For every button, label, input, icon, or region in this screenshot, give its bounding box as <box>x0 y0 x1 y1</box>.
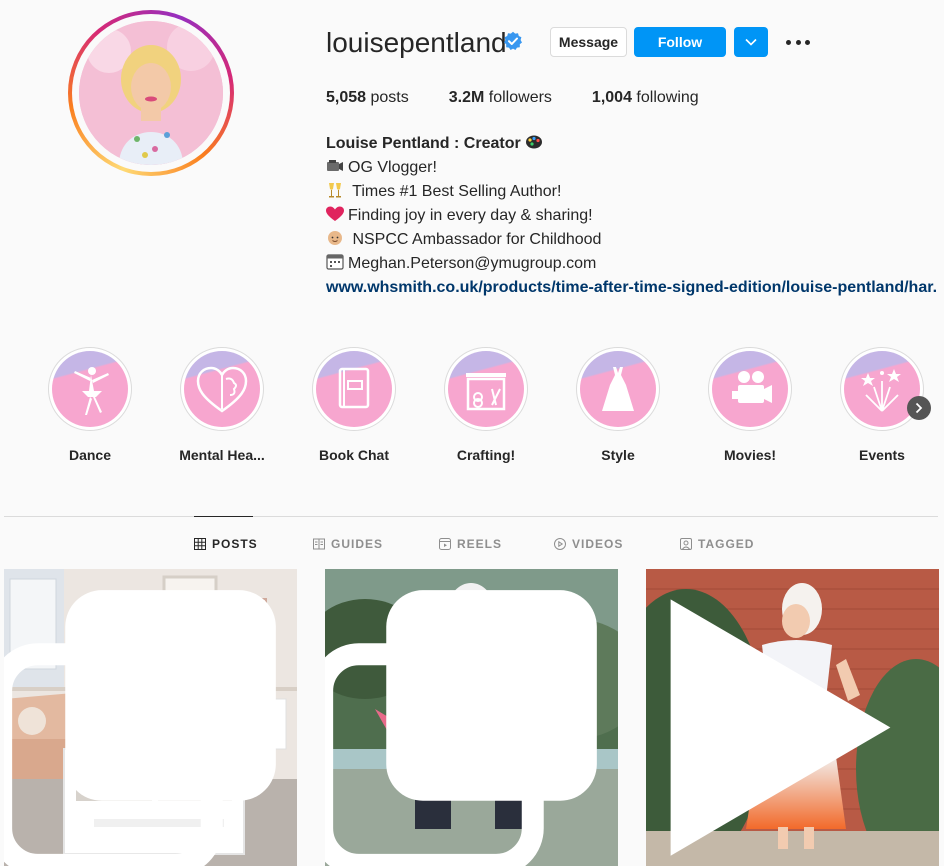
avatar[interactable] <box>79 21 223 165</box>
tabs-divider <box>4 516 938 517</box>
highlight-label: Style <box>601 447 635 463</box>
highlight-book-chat[interactable]: Book Chat <box>310 347 398 463</box>
heart-brain-icon <box>196 366 248 413</box>
dot-icon <box>805 39 810 45</box>
active-tab-indicator <box>194 516 253 517</box>
followers-label: followers <box>488 89 552 106</box>
following-label: following <box>636 89 699 106</box>
highlight-movies[interactable]: Movies! <box>706 347 794 463</box>
dot-icon <box>786 39 791 45</box>
following-stat[interactable]: 1,004 following <box>592 88 699 108</box>
highlight-dance[interactable]: Dance <box>46 347 134 463</box>
highlight-ring <box>312 347 396 431</box>
highlight-label: Dance <box>68 447 112 463</box>
highlight-ring <box>708 347 792 431</box>
tab-label: GUIDES <box>331 537 384 551</box>
heart-emoji-icon <box>326 206 344 221</box>
verified-badge-icon <box>504 31 522 50</box>
highlight-cover <box>448 351 524 427</box>
profile-stats: 5,058 posts 3.2M followers 1,004 followi… <box>326 88 739 108</box>
bio-line-3: Finding joy in every day & sharing! <box>348 207 593 224</box>
highlight-label: Book Chat <box>319 447 389 463</box>
posts-label: posts <box>370 89 409 106</box>
highlight-label: Movies! <box>723 447 777 463</box>
tab-label: POSTS <box>212 537 258 551</box>
baby-emoji-icon <box>328 231 342 245</box>
posts-count: 5,058 <box>326 89 367 106</box>
dress-icon <box>602 367 634 411</box>
profile-avatar-ring[interactable] <box>68 10 234 176</box>
palette-emoji-icon <box>526 135 543 149</box>
bio-line-2: Times #1 Best Selling Author! <box>348 183 562 200</box>
tab-label: TAGGED <box>698 537 755 551</box>
reel-clip-icon <box>670 599 891 856</box>
champagne-emoji-icon <box>329 183 341 198</box>
tab-reels[interactable]: REELS <box>439 537 502 551</box>
highlight-label: Crafting! <box>456 447 516 463</box>
profile-bio: Louise Pentland : Creator OG Vlogger! Ti… <box>326 132 936 300</box>
highlight-label: Events <box>859 447 905 463</box>
highlight-mental-health[interactable]: Mental Hea... <box>178 347 266 463</box>
bio-website-link[interactable]: www.whsmith.co.uk/products/time-after-ti… <box>326 276 936 300</box>
highlight-cover <box>184 351 260 427</box>
carousel-icon <box>4 590 276 866</box>
highlight-ring <box>840 347 924 431</box>
highlight-ring <box>48 347 132 431</box>
highlights-next-button[interactable] <box>907 396 931 420</box>
post-thumbnail-family-garden[interactable] <box>325 569 618 866</box>
tab-videos[interactable]: VIDEOS <box>554 537 623 551</box>
reels-icon <box>439 538 451 550</box>
followers-stat[interactable]: 3.2M followers <box>449 88 552 108</box>
tab-posts[interactable]: POSTS <box>194 537 258 551</box>
highlight-ring <box>444 347 528 431</box>
options-more-button[interactable] <box>786 32 810 52</box>
highlight-ring <box>180 347 264 431</box>
ballerina-icon <box>74 367 109 415</box>
highlight-cover <box>712 351 788 427</box>
bio-name: Louise Pentland : Creator <box>326 135 521 152</box>
tab-guides[interactable]: GUIDES <box>313 537 383 551</box>
highlight-cover <box>580 351 656 427</box>
carousel-icon <box>325 590 597 866</box>
follow-button[interactable]: Follow <box>634 27 726 57</box>
highlight-style[interactable]: Style <box>574 347 662 463</box>
avatar-photo <box>79 21 223 165</box>
bio-line-4: NSPCC Ambassador for Childhood <box>348 231 602 248</box>
movie-camera-icon <box>732 371 772 403</box>
suggested-accounts-dropdown-button[interactable] <box>734 27 768 57</box>
highlight-cover <box>316 351 392 427</box>
post-thumbnail-ombre-skirt[interactable] <box>646 569 939 866</box>
followers-count: 3.2M <box>448 89 485 106</box>
video-camera-emoji-icon <box>327 160 343 171</box>
highlight-crafting[interactable]: Crafting! <box>442 347 530 463</box>
grid-icon <box>194 538 206 550</box>
chevron-right-icon <box>915 402 923 414</box>
dot-icon <box>795 39 801 45</box>
bio-line-1: OG Vlogger! <box>348 159 437 176</box>
username: louisepentland <box>326 27 507 58</box>
book-icon <box>338 367 370 409</box>
fireworks-icon <box>861 369 901 412</box>
highlight-cover <box>52 351 128 427</box>
play-icon <box>554 538 566 550</box>
posts-stat: 5,058 posts <box>326 88 409 108</box>
tab-label: REELS <box>457 537 503 551</box>
following-count: 1,004 <box>591 89 632 106</box>
post-thumbnail-living-room[interactable] <box>4 569 297 866</box>
message-button[interactable]: Message <box>550 27 627 57</box>
craft-supplies-icon <box>466 373 506 411</box>
bio-line-5: Meghan.Peterson@ymugroup.com <box>348 255 597 272</box>
tab-label: VIDEOS <box>572 537 624 551</box>
tab-tagged[interactable]: TAGGED <box>680 537 754 551</box>
highlight-cover <box>844 351 920 427</box>
highlight-label: Mental Hea... <box>179 447 265 463</box>
tag-icon <box>680 538 692 550</box>
highlight-ring <box>576 347 660 431</box>
calendar-emoji-icon <box>326 254 344 270</box>
chevron-down-icon <box>745 38 757 46</box>
guide-icon <box>313 538 325 550</box>
